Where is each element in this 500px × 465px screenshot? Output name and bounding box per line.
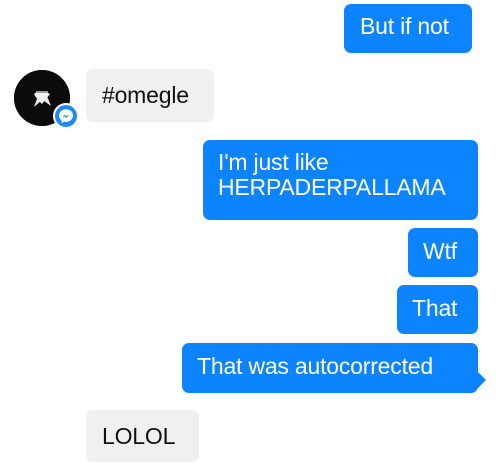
bubble-tail [477,371,486,389]
message-text: LOLOL [102,423,176,449]
message-text: That was autocorrected [197,353,433,379]
incoming-message-bubble[interactable]: #omegle [86,69,214,122]
message-text: But if not [360,13,449,39]
outgoing-message-bubble[interactable]: Wtf [408,228,478,277]
messenger-icon [53,103,79,129]
outgoing-message-bubble[interactable]: That [397,285,478,334]
message-text: #omegle [102,82,189,108]
message-text: Wtf [423,238,457,264]
outgoing-message-bubble[interactable]: But if not [344,4,472,53]
incoming-message-bubble[interactable]: LOLOL [86,410,199,462]
message-text: I'm just like HERPADERPALLAMA [218,149,446,200]
outgoing-message-bubble[interactable]: I'm just like HERPADERPALLAMA [203,140,478,220]
message-text: That [412,295,458,321]
outgoing-message-bubble[interactable]: That was autocorrected [182,343,478,393]
